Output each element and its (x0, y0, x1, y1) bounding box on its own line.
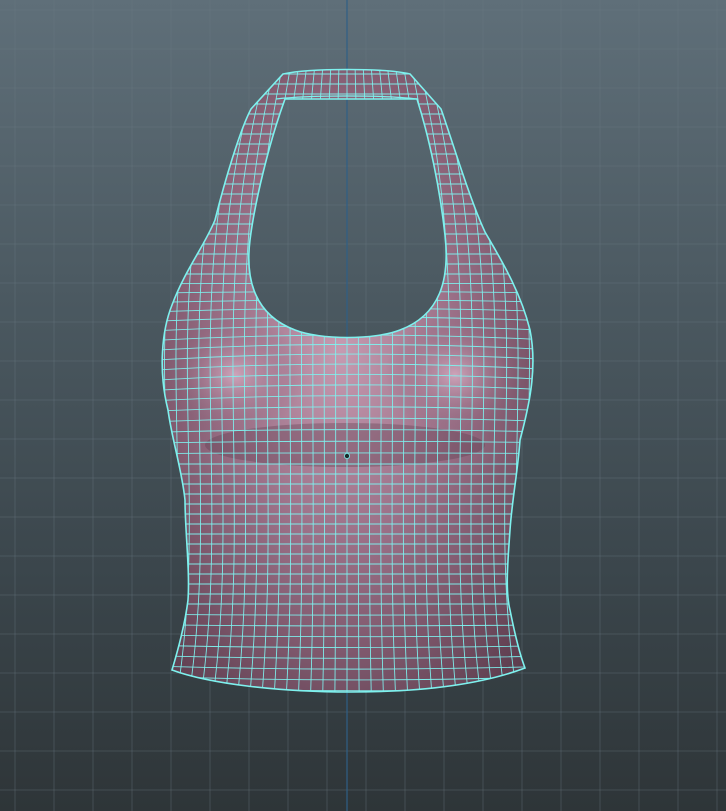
3d-viewport[interactable] (0, 0, 726, 811)
viewport-scene[interactable] (0, 0, 726, 811)
pivot-icon[interactable] (343, 452, 350, 459)
